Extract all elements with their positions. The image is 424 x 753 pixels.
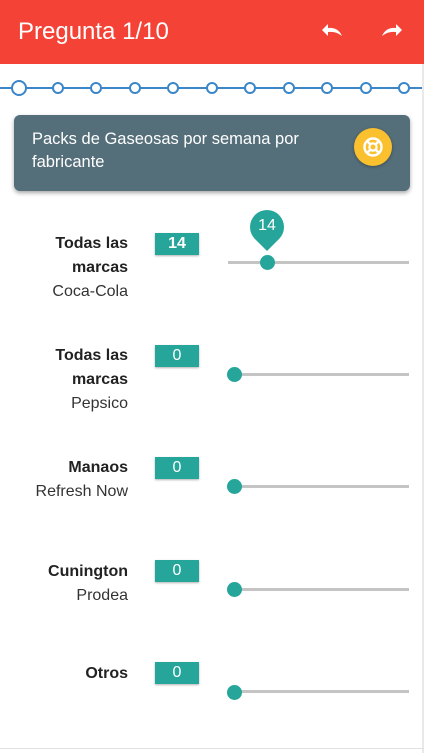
- bottom-divider: [0, 748, 424, 749]
- slider-track[interactable]: [228, 690, 409, 693]
- maker-label: Pepsico: [71, 395, 128, 412]
- progress-step-dot[interactable]: [244, 82, 256, 94]
- progress-step-dot[interactable]: [282, 82, 295, 94]
- undo-button[interactable]: [316, 18, 348, 46]
- slider-thumb[interactable]: [227, 582, 242, 597]
- slider-track[interactable]: [228, 261, 409, 264]
- slider-thumb[interactable]: [227, 685, 242, 700]
- slider-track[interactable]: [228, 485, 409, 488]
- undo-icon: [322, 24, 342, 36]
- lifebuoy-icon: [363, 137, 383, 157]
- pin-value-label: 14: [258, 217, 276, 234]
- progress-step-dot[interactable]: [90, 82, 102, 94]
- brand-label: Cunington: [48, 563, 128, 580]
- value-box: 0: [155, 662, 199, 684]
- slider-track[interactable]: [228, 588, 409, 591]
- slider-track[interactable]: [228, 373, 409, 376]
- brand-label: Todas las marcas: [55, 347, 128, 388]
- progress-stepper: [0, 74, 424, 102]
- progress-step-dot[interactable]: [128, 82, 141, 94]
- progress-step-dot[interactable]: [167, 82, 179, 94]
- question-text: Packs de Gaseosas por semana por fabrica…: [32, 130, 299, 171]
- page-title: Pregunta 1/10: [18, 18, 169, 45]
- value-box: 0: [155, 560, 199, 582]
- progress-step-dot[interactable]: [359, 82, 372, 94]
- question-banner: Packs de Gaseosas por semana por fabrica…: [14, 115, 410, 191]
- progress-step-dot[interactable]: [11, 80, 27, 96]
- progress-step-dot[interactable]: [205, 82, 218, 94]
- app-bar: Pregunta 1/10: [0, 0, 424, 64]
- brand-label: Otros: [85, 665, 128, 682]
- slider-thumb[interactable]: [227, 367, 242, 382]
- redo-icon: [382, 24, 402, 36]
- maker-label: Refresh Now: [35, 483, 128, 500]
- slider-thumb[interactable]: [260, 255, 275, 270]
- maker-label: Coca-Cola: [52, 283, 128, 300]
- slider-thumb[interactable]: [227, 479, 242, 494]
- brand-label: Manaos: [68, 459, 128, 476]
- help-button[interactable]: [354, 128, 392, 166]
- value-box: 0: [155, 345, 199, 367]
- progress-step-dot[interactable]: [321, 82, 333, 94]
- brand-label: Todas las marcas: [55, 235, 128, 276]
- progress-step-dot[interactable]: [398, 82, 410, 94]
- progress-step-dot[interactable]: [51, 82, 64, 94]
- maker-label: Prodea: [76, 587, 128, 604]
- redo-button[interactable]: [376, 18, 408, 46]
- value-box: 14: [155, 233, 199, 255]
- value-box: 0: [155, 457, 199, 479]
